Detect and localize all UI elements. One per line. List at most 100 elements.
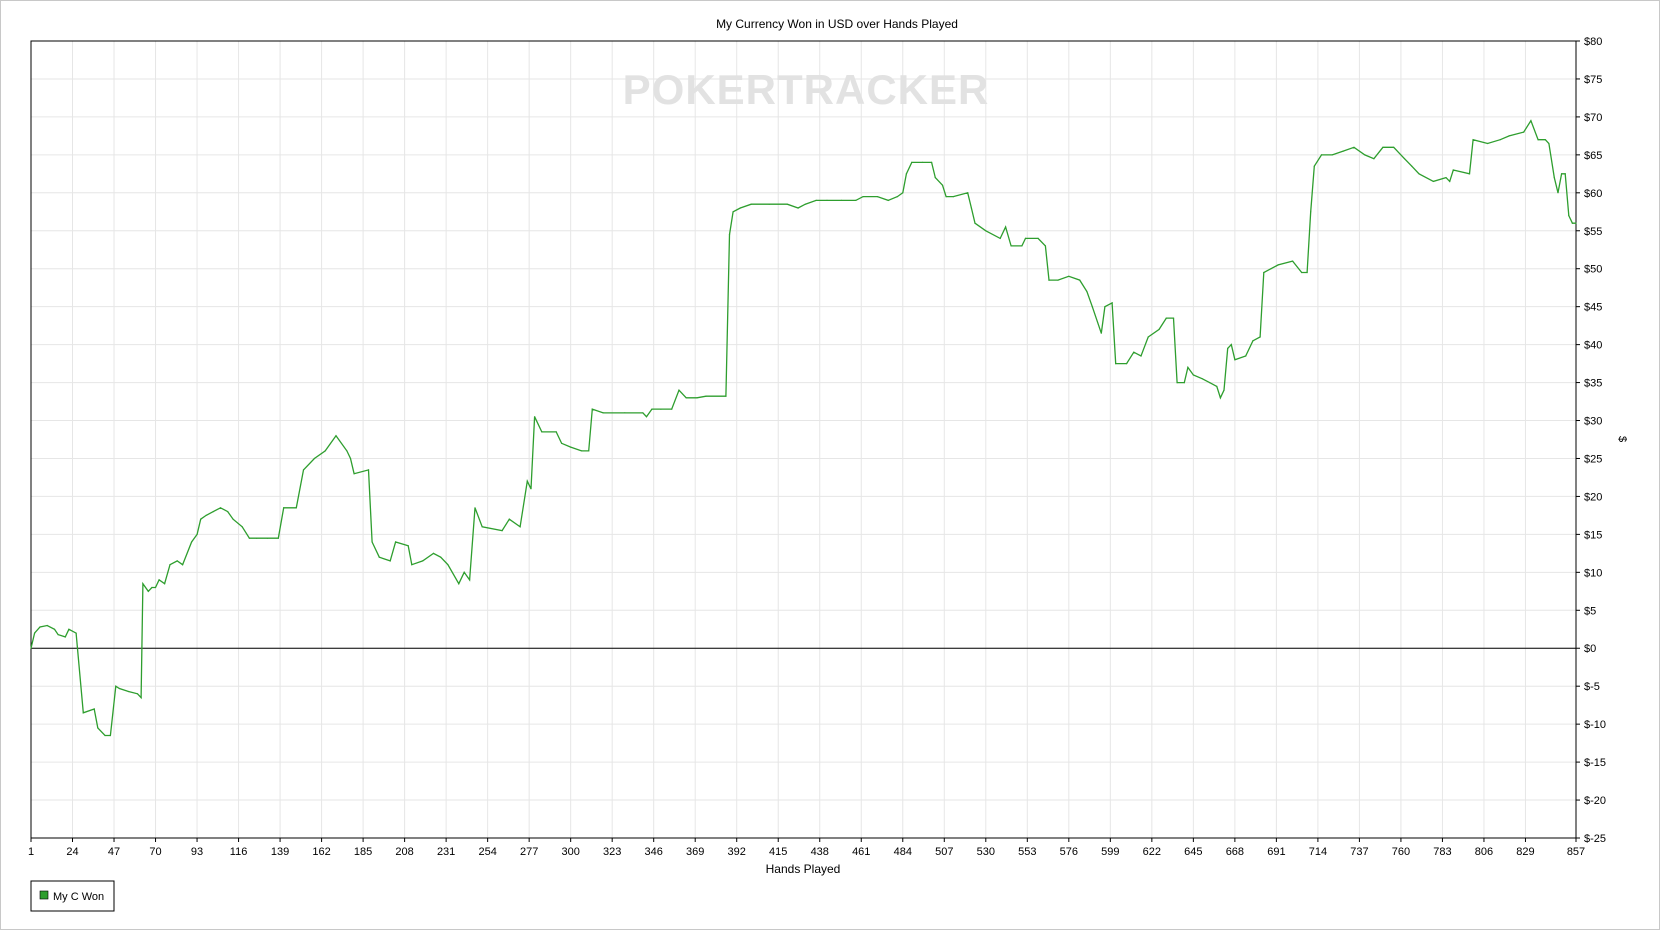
y-tick-label: $55	[1584, 226, 1602, 238]
y-tick-label: $40	[1584, 340, 1602, 352]
data-point	[463, 571, 465, 573]
data-point	[768, 203, 770, 205]
y-tick-label: $20	[1584, 491, 1602, 503]
data-point	[82, 712, 84, 714]
y-tick-label: $45	[1584, 302, 1602, 314]
data-point	[1310, 211, 1312, 213]
data-point	[353, 473, 355, 475]
data-point	[266, 537, 268, 539]
data-point	[902, 192, 904, 194]
data-point	[1553, 177, 1555, 179]
data-point	[1472, 139, 1474, 141]
x-tick-label: 760	[1392, 846, 1410, 858]
data-point	[324, 450, 326, 452]
data-point	[705, 395, 707, 397]
data-point	[283, 507, 285, 509]
data-point	[1557, 192, 1559, 194]
data-point	[591, 408, 593, 410]
y-tick-label: $35	[1584, 378, 1602, 390]
y-tick-label: $30	[1584, 416, 1602, 428]
x-tick-label: 323	[603, 846, 621, 858]
data-point	[1432, 180, 1434, 182]
data-point	[142, 583, 144, 585]
data-point	[115, 685, 117, 687]
y-tick-label: $50	[1584, 264, 1602, 276]
data-point	[1411, 165, 1413, 167]
data-point	[555, 431, 557, 433]
data-point	[212, 511, 214, 513]
data-point	[952, 196, 954, 198]
x-tick-label: 116	[230, 846, 248, 858]
x-tick-label: 553	[1018, 846, 1036, 858]
data-point	[501, 530, 503, 532]
data-point	[887, 199, 889, 201]
data-point	[1209, 382, 1211, 384]
data-point	[642, 412, 644, 414]
x-tick-label: 369	[686, 846, 704, 858]
data-point	[941, 184, 944, 186]
series-line-my-c-won	[30, 119, 1576, 737]
data-point	[678, 389, 680, 391]
data-point	[1403, 158, 1406, 160]
data-point	[1115, 363, 1117, 365]
x-tick-label: 231	[437, 846, 455, 858]
x-tick-label: 737	[1350, 846, 1368, 858]
data-point	[519, 526, 521, 528]
x-tick-label: 714	[1309, 846, 1327, 858]
legend-swatch	[39, 890, 49, 900]
data-point	[526, 480, 528, 482]
data-point	[241, 526, 243, 528]
data-point	[227, 511, 229, 513]
data-point	[109, 734, 111, 737]
data-point	[922, 161, 924, 163]
data-point	[1263, 271, 1265, 274]
data-point	[1234, 359, 1236, 361]
x-tick-label: 622	[1143, 846, 1161, 858]
x-tick-label: 461	[852, 846, 870, 858]
data-point	[248, 537, 250, 539]
data-point	[176, 560, 178, 562]
data-point	[602, 412, 604, 414]
data-point	[1086, 290, 1088, 293]
data-point	[422, 560, 424, 562]
data-point	[1452, 169, 1454, 171]
y-tick-label: $0	[1584, 643, 1596, 655]
series-points	[30, 120, 1577, 737]
data-point	[905, 173, 908, 175]
data-point	[295, 507, 297, 509]
x-tick-label: 162	[312, 846, 330, 858]
data-point	[367, 469, 370, 471]
data-point	[1313, 165, 1315, 167]
data-point	[1216, 385, 1218, 387]
data-point	[1523, 131, 1525, 133]
y-tick-label: $65	[1584, 150, 1602, 162]
y-tick-label: $25	[1584, 453, 1602, 465]
x-tick-label: 208	[395, 846, 413, 858]
data-point	[335, 435, 337, 437]
data-point	[313, 457, 315, 460]
data-point	[1292, 260, 1294, 262]
data-point	[349, 457, 352, 460]
data-point	[46, 624, 48, 627]
data-point	[118, 687, 120, 690]
data-point	[1301, 271, 1303, 274]
y-tick-label: $60	[1584, 188, 1602, 200]
data-point	[671, 408, 673, 410]
data-point	[1320, 154, 1323, 156]
data-point	[1571, 222, 1573, 224]
data-point	[1508, 135, 1510, 137]
data-point	[474, 507, 476, 509]
data-point	[469, 579, 471, 581]
data-point	[1192, 374, 1194, 376]
x-tick-label: 530	[977, 846, 995, 858]
y-tick-label: $-25	[1584, 833, 1606, 845]
data-point	[64, 636, 66, 638]
data-point	[407, 545, 409, 547]
x-axis: 1 24 47 70 93 116 139 162 185 208 231 254 277 300 323 3…	[28, 838, 1585, 858]
x-tick-label: 277	[520, 846, 538, 858]
legend: My C Won	[30, 880, 115, 912]
x-tick-label: 829	[1516, 846, 1534, 858]
data-point	[645, 416, 648, 418]
x-tick-label: 484	[894, 846, 912, 858]
data-point	[1373, 158, 1375, 160]
